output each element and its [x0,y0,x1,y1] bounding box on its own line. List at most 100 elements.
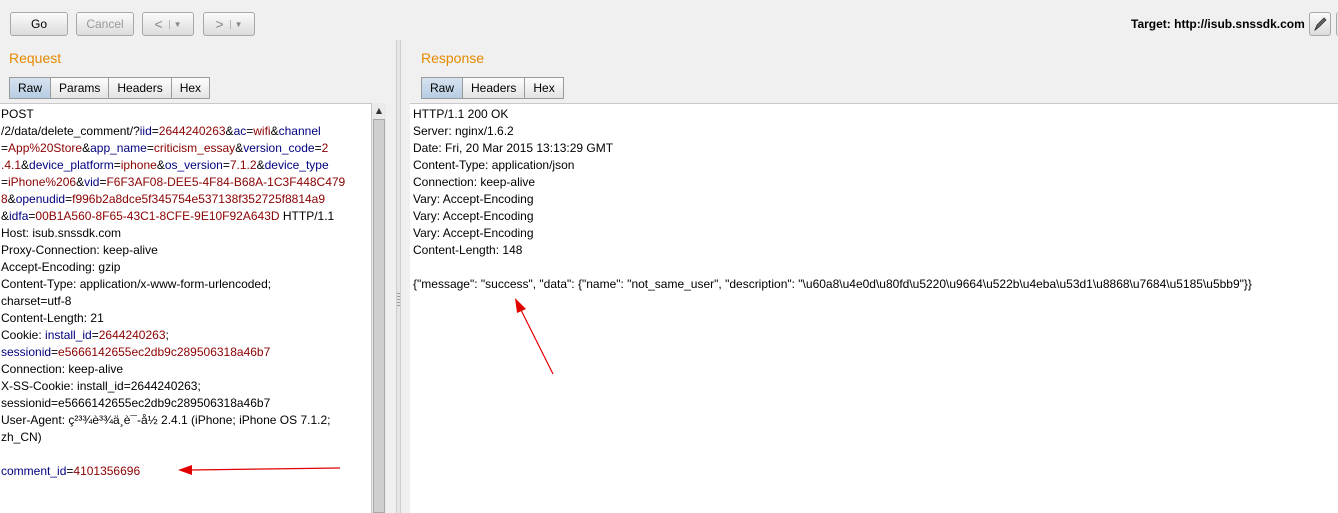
response-tab-raw[interactable]: Raw [421,77,464,99]
request-tab-params[interactable]: Params [50,77,110,99]
response-tab-hex[interactable]: Hex [524,77,564,99]
pencil-icon [1314,17,1327,32]
response-tabs: Raw Headers Hex [421,77,564,99]
request-text: & [82,141,91,155]
back-button[interactable]: < ▼ [142,12,194,36]
go-button[interactable]: Go [10,12,68,36]
request-line: /2/data/delete_comment/?iid=2644240263&a… [1,123,371,140]
back-arrow-icon: < [154,16,163,32]
request-text: X-SS-Cookie: install_id=2644240263; [1,379,201,393]
param-value: 2644240263 [98,328,166,342]
request-text: & [270,124,279,138]
request-line: Content-Type: application/x-www-form-url… [1,276,371,293]
scroll-up-arrow-icon[interactable]: ▲ [372,103,386,118]
request-text: POST [1,107,34,121]
response-line: Vary: Accept-Encoding [413,209,534,223]
param-value: 8 [1,192,8,206]
request-text: & [21,158,30,172]
response-line: Server: nginx/1.6.2 [413,124,514,138]
request-tab-raw[interactable]: Raw [9,77,52,99]
param-value: 00B1A560-8F65-43C1-8CFE-9E10F92A643D [35,209,280,223]
request-line: 8&openudid=f996b2a8dce5f345754e537138f35… [1,191,371,208]
request-text: = [146,141,154,155]
response-line: Content-Type: application/json [413,158,575,172]
response-tab-headers[interactable]: Headers [462,77,526,99]
param-name: comment_id [1,464,67,478]
request-line: User-Agent: ç²³¾è³¾ä¸è¯-å½ 2.4.1 (iPhone… [1,412,371,429]
request-line: &idfa=00B1A560-8F65-43C1-8CFE-9E10F92A64… [1,208,371,225]
request-text: & [1,209,10,223]
request-text: = [51,345,59,359]
request-text: = [1,141,9,155]
param-value: F6F3AF08-DEE5-4F84-B68A-1C3F448C479 [106,175,346,189]
request-text: & [156,158,165,172]
param-value: criticism_essay [153,141,236,155]
request-line: sessionid=e5666142655ec2db9c289506318a46… [1,344,371,361]
forward-arrow-icon: > [215,16,224,32]
request-text: = [151,124,159,138]
param-name: version_code [243,141,315,155]
request-line: Connection: keep-alive [1,361,371,378]
edit-target-button[interactable] [1309,12,1331,36]
request-line: Content-Length: 21 [1,310,371,327]
request-line: Accept-Encoding: gzip [1,259,371,276]
param-name: vid [84,175,100,189]
request-line: X-SS-Cookie: install_id=2644240263; [1,378,371,395]
request-line: POST [1,106,371,123]
scrollbar-thumb[interactable] [373,119,385,513]
request-text: = [113,158,121,172]
param-value: 4101356696 [73,464,141,478]
pane-splitter[interactable] [396,40,401,513]
param-name: app_name [90,141,147,155]
request-text: Connection: keep-alive [1,362,124,376]
request-scrollbar[interactable]: ▲ [371,103,386,513]
param-name: sessionid [1,345,52,359]
param-name: device_type [264,158,329,172]
response-line: Vary: Accept-Encoding [413,226,534,240]
request-line: zh_CN) [1,429,371,446]
request-text: & [256,158,265,172]
request-text: & [225,124,234,138]
request-line: =iPhone%206&vid=F6F3AF08-DEE5-4F84-B68A-… [1,174,371,191]
target-label: Target: http://isub.snssdk.com [1131,17,1305,31]
request-tab-hex[interactable]: Hex [170,77,211,99]
request-text: = [1,175,9,189]
param-name: openudid [15,192,66,206]
param-value: iphone [120,158,157,172]
response-line: Content-Length: 148 [413,243,523,257]
request-text: Host: isub.snssdk.com [1,226,122,240]
param-value: 2644240263 [158,124,226,138]
response-line: {"message": "success", "data": {"name": … [413,277,1252,291]
request-text: ; [165,328,169,342]
splitter-grip[interactable] [397,293,400,307]
back-dropdown-icon[interactable]: ▼ [168,19,182,29]
param-value: e5666142655ec2db9c289506318a46b7 [58,345,271,359]
param-value: iPhone%206 [8,175,77,189]
request-text: = [91,328,99,342]
cancel-button[interactable]: Cancel [76,12,134,36]
response-editor[interactable]: HTTP/1.1 200 OK Server: nginx/1.6.2 Date: … [410,103,1338,513]
request-text: Cookie: [1,328,46,342]
request-line [1,446,371,463]
request-line: sessionid=e5666142655ec2db9c289506318a46… [1,395,371,412]
request-editor[interactable]: POST/2/data/delete_comment/?iid=26442402… [0,103,371,513]
request-tab-headers[interactable]: Headers [108,77,172,99]
request-line: .4.1&device_platform=iphone&os_version=7… [1,157,371,174]
param-name: iid [139,124,152,138]
request-title: Request [9,50,62,66]
param-name: os_version [164,158,223,172]
forward-button[interactable]: > ▼ [203,12,255,36]
param-name: ac [233,124,247,138]
param-value: App%20Store [8,141,83,155]
response-title: Response [421,50,485,66]
response-line: Connection: keep-alive [413,175,536,189]
param-value: f996b2a8dce5f345754e537138f352725f8814a9 [72,192,326,206]
request-line: Cookie: install_id=2644240263; [1,327,371,344]
forward-dropdown-icon[interactable]: ▼ [229,19,243,29]
request-text: & [76,175,85,189]
request-text: = [222,158,230,172]
request-text: User-Agent: ç²³¾è³¾ä¸è¯-å½ 2.4.1 (iPhone… [1,413,331,427]
response-line [413,259,1338,276]
request-line: comment_id=4101356696 [1,463,371,480]
response-line: Date: Fri, 20 Mar 2015 13:13:29 GMT [413,141,614,155]
